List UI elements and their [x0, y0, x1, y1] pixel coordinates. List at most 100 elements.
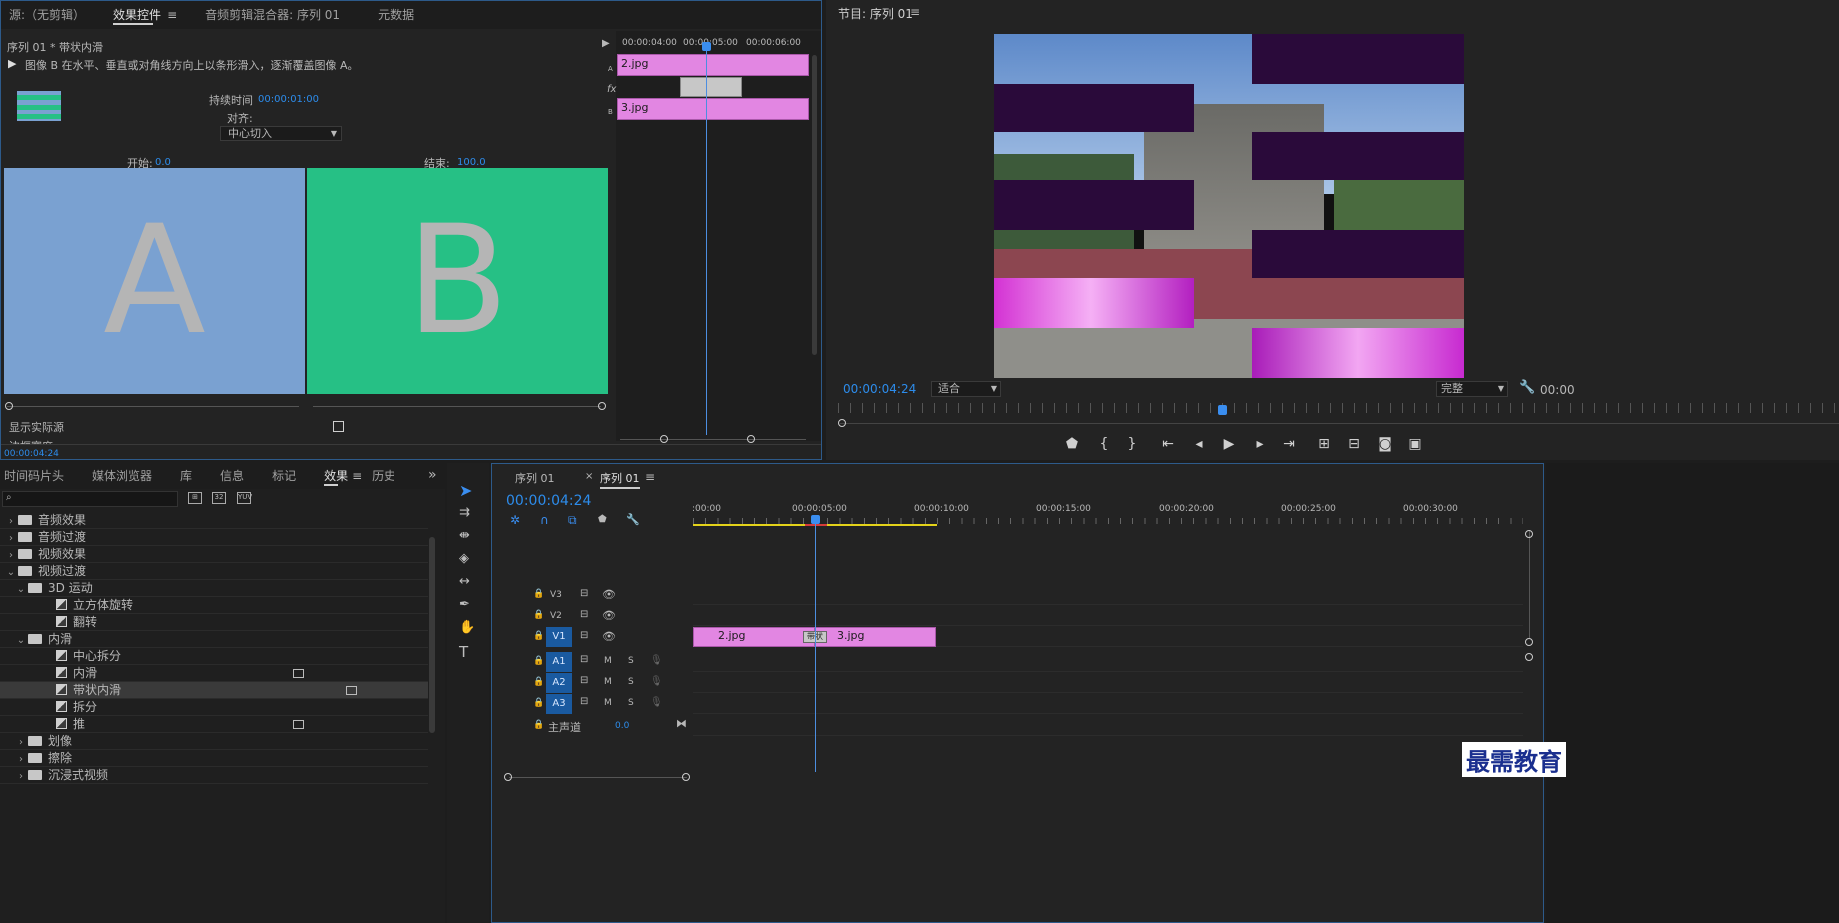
mini-scrollbar[interactable]	[812, 55, 817, 355]
chevron-down-icon[interactable]: ⌄	[4, 564, 18, 581]
more-tabs-icon[interactable]: »	[428, 467, 437, 483]
solo-button[interactable]: S	[628, 677, 634, 687]
mini-zoom-handle[interactable]	[660, 435, 668, 443]
camera-icon[interactable]: ◙	[1374, 436, 1396, 452]
program-menu-icon[interactable]: ≡	[910, 5, 920, 19]
start-slider[interactable]	[7, 406, 299, 407]
timeline-clip-2[interactable]: 3.jpg	[815, 627, 936, 647]
tab-menu-icon[interactable]: ≡	[352, 469, 362, 483]
mini-playhead[interactable]	[706, 43, 707, 435]
timeline-playhead-handle[interactable]	[811, 515, 820, 524]
lift-icon[interactable]: ⊞	[1313, 436, 1335, 452]
chevron-right-icon[interactable]: ›	[14, 734, 28, 751]
program-scrubber[interactable]	[838, 403, 1839, 413]
start-slider-handle[interactable]	[5, 402, 13, 410]
effects-tree-item[interactable]: › 音频效果	[0, 512, 428, 529]
chevron-right-icon[interactable]: ›	[14, 768, 28, 785]
selection-tool-icon[interactable]: ➤	[459, 481, 472, 500]
track-label-a3[interactable]: A3	[546, 694, 572, 714]
effects-tree-item[interactable]: 拆分	[0, 699, 428, 716]
effects-tree-item[interactable]: 内滑	[0, 665, 428, 682]
mute-button[interactable]: M	[604, 677, 612, 687]
timeline-clip-1[interactable]: 2.jpg	[693, 627, 815, 647]
sync-lock-icon[interactable]: ⊟	[580, 696, 588, 707]
effects-tree-item[interactable]: ⌄ 3D 运动	[0, 580, 428, 597]
duration-value[interactable]: 00:00:01:00	[258, 94, 319, 105]
step-back-icon[interactable]: ◂	[1188, 436, 1210, 452]
mark-in-icon[interactable]: {	[1093, 436, 1115, 452]
mini-transition[interactable]	[680, 77, 742, 97]
tab-media-browser[interactable]: 媒体浏览器	[78, 463, 166, 490]
slip-tool-icon[interactable]: ↔	[459, 574, 470, 589]
track-label-a2[interactable]: A2	[546, 673, 572, 693]
fit-dropdown[interactable]: 适合 ▼	[931, 381, 1001, 397]
tab-menu-icon[interactable]: ≡	[167, 8, 177, 22]
timeline-menu-icon[interactable]: ≡	[645, 470, 655, 484]
hscroll-handle[interactable]	[504, 773, 512, 781]
step-forward-icon[interactable]: ▸	[1249, 436, 1271, 452]
transition-thumbnail[interactable]	[11, 87, 67, 123]
sync-lock-icon[interactable]: ⊟	[580, 609, 588, 620]
show-actual-source-checkbox[interactable]	[333, 421, 344, 432]
lock-icon[interactable]: 🔒	[533, 677, 544, 687]
chevron-down-icon[interactable]: ⌄	[14, 581, 28, 598]
mark-out-icon[interactable]: }	[1121, 436, 1143, 452]
effects-tree-item[interactable]: ⌄ 内滑	[0, 631, 428, 648]
mini-clip-a[interactable]: 2.jpg	[617, 54, 809, 76]
collapse-arrow-icon[interactable]: ▶	[602, 38, 610, 49]
pen-tool-icon[interactable]: ✒	[459, 597, 470, 612]
tab-info[interactable]: 信息	[206, 463, 258, 490]
eye-icon[interactable]: 👁	[602, 609, 616, 622]
mute-button[interactable]: M	[604, 656, 612, 666]
tab-libraries[interactable]: 库	[166, 463, 206, 490]
effects-tree-item[interactable]: 中心拆分	[0, 648, 428, 665]
program-playhead[interactable]	[1218, 405, 1227, 415]
go-to-in-icon[interactable]: ⇤	[1157, 436, 1179, 452]
quality-dropdown[interactable]: 完整 ▼	[1436, 381, 1508, 397]
accelerated-effects-icon[interactable]: ⊞	[188, 492, 202, 504]
play-icon[interactable]: ▶	[1218, 436, 1240, 452]
play-preview-icon[interactable]: ▶	[8, 57, 16, 70]
effects-tree-item[interactable]: 推	[0, 716, 428, 733]
end-value[interactable]: 100.0	[457, 157, 486, 168]
mini-zoom-handle[interactable]	[747, 435, 755, 443]
solo-button[interactable]: S	[628, 698, 634, 708]
mini-zoom-bar[interactable]	[620, 439, 806, 440]
timeline-tab-2[interactable]: 序列 01	[600, 470, 640, 489]
lock-icon[interactable]: 🔒	[533, 698, 544, 708]
lock-icon[interactable]: 🔒	[533, 589, 544, 599]
tab-history[interactable]: 历史	[372, 463, 394, 490]
effects-tree-item[interactable]: 立方体旋转	[0, 597, 428, 614]
master-value[interactable]: 0.0	[615, 721, 629, 731]
start-value[interactable]: 0.0	[155, 157, 171, 168]
effects-tree-item[interactable]: 带状内滑	[0, 682, 428, 699]
effects-tree-item[interactable]: ⌄ 视频过渡	[0, 563, 428, 580]
align-dropdown[interactable]: 中心切入 ▼	[220, 126, 342, 141]
tab-effects[interactable]: 效果	[310, 463, 352, 490]
sync-lock-icon[interactable]: ⊟	[580, 654, 588, 665]
track-label-a1[interactable]: A1	[546, 652, 572, 672]
mute-button[interactable]: M	[604, 698, 612, 708]
mini-clip-b[interactable]: 3.jpg	[617, 98, 809, 120]
track-select-tool-icon[interactable]: ⇉	[459, 505, 470, 520]
effects-tree-item[interactable]: › 视频效果	[0, 546, 428, 563]
type-tool-icon[interactable]: T	[459, 643, 468, 661]
lock-icon[interactable]: 🔒	[533, 656, 544, 666]
tracks-area[interactable]: 2.jpg 3.jpg 带状	[693, 584, 1523, 774]
tab-metadata[interactable]: 元数据	[364, 1, 428, 29]
eye-icon[interactable]: 👁	[602, 588, 616, 601]
scroll-handle[interactable]	[1525, 653, 1533, 661]
wrench-icon[interactable]: 🔧	[626, 513, 640, 526]
search-input[interactable]: ⌕	[2, 491, 178, 507]
microphone-icon[interactable]: 🎙	[650, 676, 663, 687]
track-label-v2[interactable]: V2	[550, 611, 562, 621]
hand-tool-icon[interactable]: ✋	[459, 620, 475, 635]
timeline-vscroll[interactable]	[1529, 530, 1530, 638]
effects-tree-item[interactable]: › 擦除	[0, 750, 428, 767]
track-label-v3[interactable]: V3	[550, 590, 562, 600]
microphone-icon[interactable]: 🎙	[650, 655, 663, 666]
microphone-icon[interactable]: 🎙	[650, 697, 663, 708]
track-label-v1[interactable]: V1	[546, 627, 572, 647]
effects-tree-item[interactable]: › 划像	[0, 733, 428, 750]
tab-effect-controls[interactable]: 效果控件	[99, 1, 167, 29]
